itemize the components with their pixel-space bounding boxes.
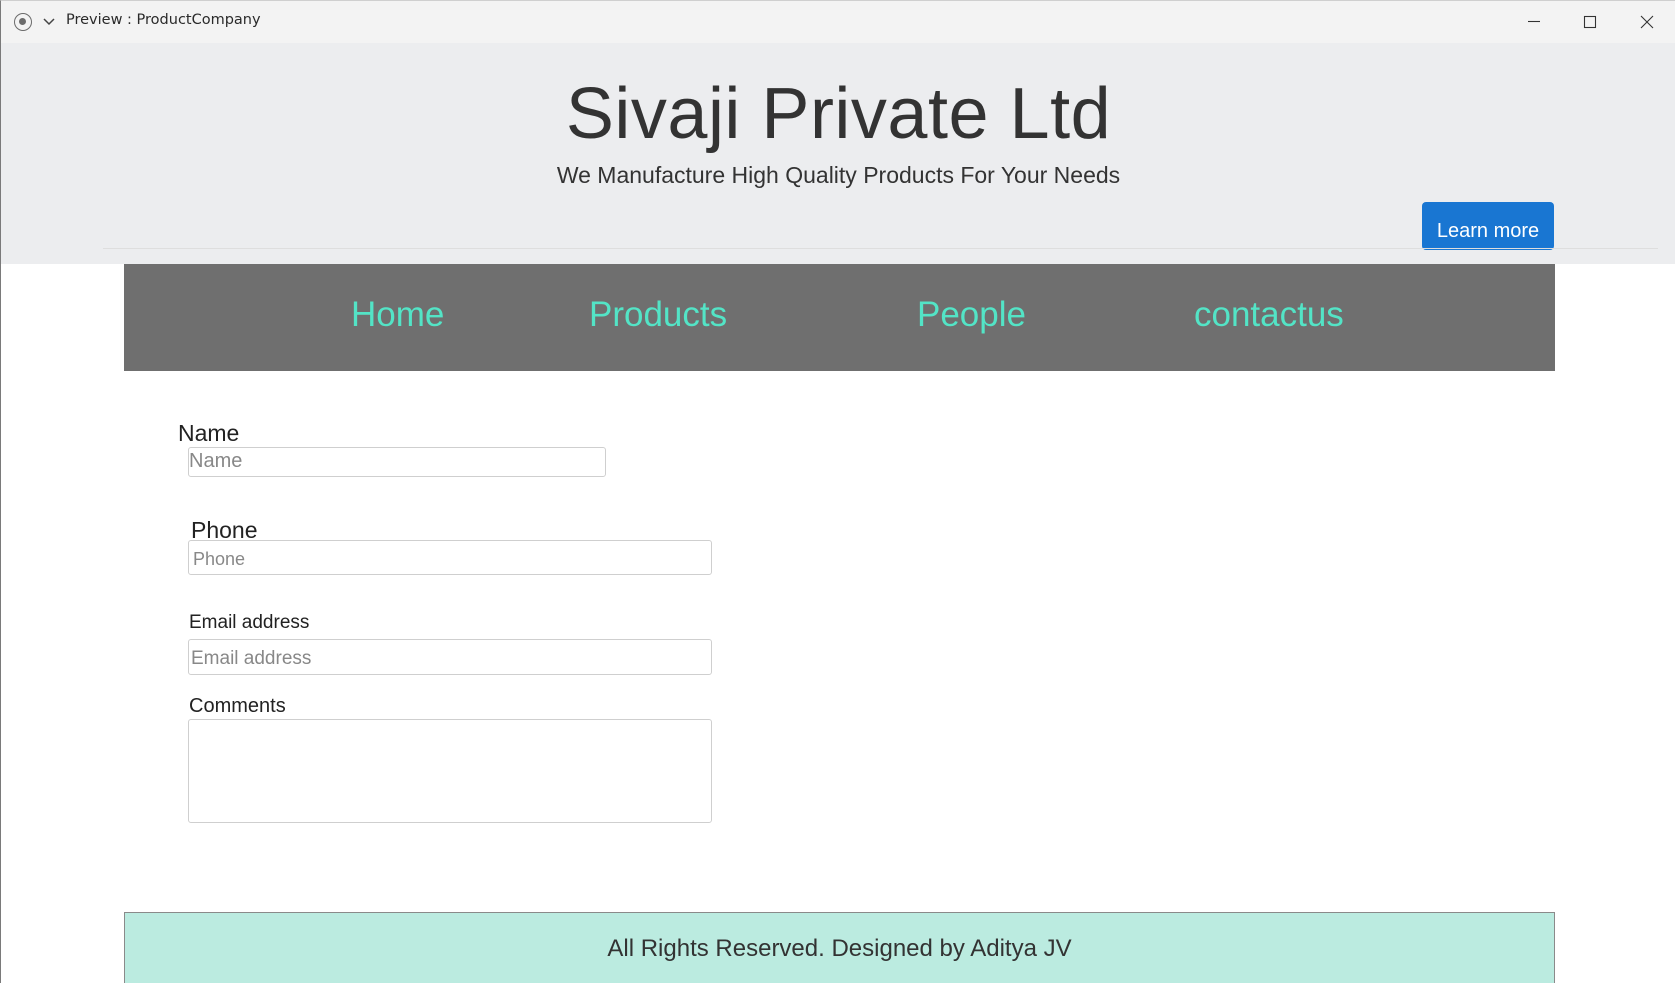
window-title: Preview : ProductCompany [66,12,261,28]
minimize-icon [1528,20,1540,23]
app-icon[interactable] [14,13,32,31]
footer: All Rights Reserved. Designed by Aditya … [124,912,1555,983]
close-button[interactable] [1619,1,1675,43]
nav-item-people[interactable]: People [917,295,1026,335]
email-input[interactable] [188,639,712,675]
minimize-button[interactable] [1506,1,1562,43]
maximize-button[interactable] [1562,1,1618,43]
divider [103,248,1658,249]
title-bar: Preview : ProductCompany [1,1,1675,43]
nav-item-contactus[interactable]: contactus [1194,295,1344,335]
app-window: Preview : ProductCompany Sivaji Private … [0,0,1675,983]
page-subtitle: We Manufacture High Quality Products For… [556,162,1121,188]
comments-textarea[interactable] [188,719,712,823]
name-label: Name [178,420,240,446]
comments-label: Comments [189,695,286,717]
footer-text: All Rights Reserved. Designed by Aditya … [607,935,1072,962]
name-input[interactable] [188,447,606,477]
nav-item-home[interactable]: Home [351,295,444,335]
nav-item-products[interactable]: Products [589,295,727,335]
maximize-icon [1583,15,1597,29]
close-icon [1640,15,1654,29]
email-label: Email address [189,612,310,633]
learn-more-button[interactable]: Learn more [1422,202,1554,250]
phone-input[interactable] [188,540,712,575]
chevron-down-icon[interactable] [41,13,57,29]
navbar: Home Products People contactus [124,264,1555,371]
page-title: Sivaji Private Ltd [565,74,1112,154]
jumbotron: Sivaji Private Ltd We Manufacture High Q… [1,43,1675,264]
